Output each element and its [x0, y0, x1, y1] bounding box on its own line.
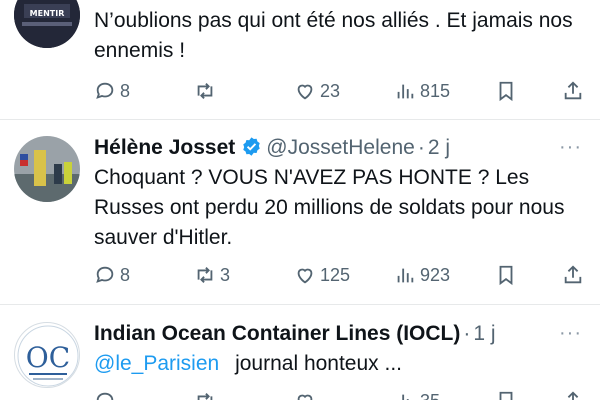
- views-button[interactable]: 923: [394, 263, 450, 287]
- view-count: 35: [420, 391, 440, 400]
- separator-dot: ·: [463, 322, 471, 345]
- tweet-actions: 35: [0, 389, 600, 400]
- author-name[interactable]: Indian Ocean Container Lines (IOCL): [94, 322, 460, 345]
- tweet-header: Hélène Josset @JossetHelene · 2 j: [94, 133, 450, 163]
- verified-badge-icon: [241, 136, 262, 166]
- retweet-icon: [197, 393, 213, 400]
- reply-button[interactable]: 8: [94, 263, 130, 287]
- reply-button[interactable]: [94, 389, 116, 400]
- views-icon: [402, 394, 409, 400]
- retweet-button[interactable]: [194, 79, 216, 103]
- like-button[interactable]: [294, 389, 316, 400]
- reply-icon: [96, 392, 114, 400]
- tweet-text: @le_Parisien journal honteux ...: [94, 349, 584, 379]
- tweet-1[interactable]: MENTIR N’oublions pas qui ont été nos al…: [0, 0, 600, 118]
- reply-icon: [96, 82, 114, 99]
- retweet-button[interactable]: 3: [194, 263, 230, 287]
- reply-button[interactable]: 8: [94, 79, 130, 103]
- heart-icon: [297, 84, 313, 100]
- more-options-icon[interactable]: ···: [559, 322, 582, 345]
- heart-icon: [297, 394, 313, 400]
- avatar[interactable]: OC: [14, 322, 80, 388]
- svg-text:MENTIR: MENTIR: [30, 9, 65, 18]
- share-icon: [564, 81, 582, 100]
- bookmark-icon: [499, 265, 513, 286]
- bookmark-icon: [499, 81, 513, 102]
- tweet-header: Indian Ocean Container Lines (IOCL) · 1 j: [94, 319, 496, 349]
- author-name[interactable]: Hélène Josset: [94, 136, 235, 159]
- share-button[interactable]: [562, 389, 584, 400]
- tweet-timestamp[interactable]: 2 j: [428, 136, 450, 159]
- views-button[interactable]: 35: [394, 389, 440, 400]
- heart-icon: [297, 268, 313, 284]
- more-options-icon[interactable]: ···: [559, 136, 582, 159]
- bookmark-icon: [499, 391, 513, 400]
- tweet-text: Choquant ? VOUS N'AVEZ PAS HONTE ? Les R…: [94, 166, 565, 249]
- retweet-icon: [197, 83, 213, 99]
- tweet-body: journal honteux ...: [235, 352, 403, 375]
- bookmark-button[interactable]: [495, 263, 517, 287]
- author-handle[interactable]: @JossetHelene: [266, 136, 415, 159]
- avatar[interactable]: MENTIR: [14, 0, 80, 48]
- svg-text:OC: OC: [26, 341, 70, 374]
- share-button[interactable]: [562, 263, 584, 287]
- like-button[interactable]: 125: [294, 263, 350, 287]
- like-button[interactable]: 23: [294, 79, 340, 103]
- tweet-actions: 8 23 815: [0, 79, 600, 103]
- bookmark-button[interactable]: [495, 79, 517, 103]
- retweet-count: 3: [220, 264, 231, 285]
- view-count: 923: [420, 264, 451, 285]
- share-button[interactable]: [562, 79, 584, 103]
- tweet-2[interactable]: Hélène Josset @JossetHelene · 2 j ··· Choqu…: [0, 120, 600, 304]
- share-icon: [567, 391, 579, 400]
- bookmark-button[interactable]: [495, 389, 517, 400]
- reply-count: 8: [120, 80, 131, 101]
- like-count: 125: [320, 264, 351, 285]
- views-icon: [397, 268, 414, 283]
- share-icon: [564, 265, 582, 284]
- views-icon: [397, 84, 414, 99]
- reply-count: 8: [120, 264, 131, 285]
- avatar[interactable]: [14, 136, 80, 202]
- tweet-actions: 8 3 125 923: [0, 263, 600, 287]
- separator-dot: ·: [417, 136, 425, 159]
- tweet-timestamp[interactable]: 1 j: [473, 322, 495, 345]
- tweet-text: N’oublions pas qui ont été nos alliés . …: [94, 9, 573, 62]
- view-count: 815: [420, 80, 451, 101]
- like-count: 23: [320, 80, 341, 101]
- reply-icon: [96, 266, 114, 283]
- mention-link[interactable]: @le_Parisien: [94, 352, 219, 375]
- retweet-button[interactable]: [194, 389, 216, 400]
- views-button[interactable]: 815: [394, 79, 450, 103]
- tweet-3[interactable]: OC Indian Ocean Container Lines (IOCL) · 1…: [0, 305, 600, 400]
- retweet-icon: [197, 267, 213, 283]
